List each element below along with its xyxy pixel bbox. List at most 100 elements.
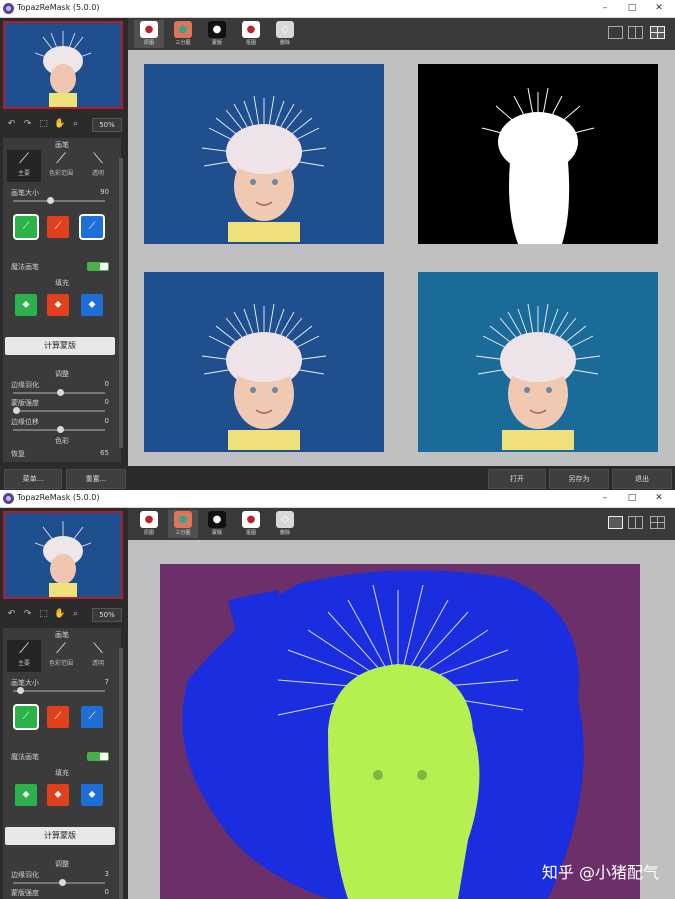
quad-view-images [144,64,658,452]
panel-scrollbar[interactable] [119,648,123,899]
fill-keep-button[interactable]: ⬥ [15,294,37,316]
brush-size-label: 画笔大小 [11,679,39,687]
trimap-image [160,564,640,899]
tab-trimap[interactable]: ● 三分图 [168,20,198,48]
navigator-thumbnail[interactable] [3,511,123,599]
tab-mask[interactable]: ● 蒙版 [202,510,232,538]
minimize-button[interactable]: – [594,491,616,506]
close-button[interactable]: ✕ [648,1,670,16]
brush-modes: ⟋ 主要 ⟋ 色彩范围 ⟍ 透明 [7,640,115,674]
restore-value: 65 [100,449,109,457]
tab-mask[interactable]: ● 蒙版 [202,20,232,48]
slider-knob[interactable] [59,879,66,886]
zoom-icon[interactable]: ⌕ [70,609,81,620]
fill-compute-button[interactable]: ⬥ [81,294,103,316]
cutout-icon: ● [242,511,260,528]
brush-mode-transparent[interactable]: ⟍ 透明 [81,640,115,672]
fill-section-label: 填充 [55,279,69,287]
view-tab-bar: ● 原图 ● 三分图 ● 蒙版 ● 抠图 ◇ 删除 [128,508,675,540]
keep-brush-button[interactable]: ⟋ [15,706,37,728]
brush-size-slider[interactable] [13,197,105,204]
marquee-icon[interactable]: ⬚ [38,119,49,130]
redo-icon[interactable]: ↷ [22,609,33,620]
tab-trimap[interactable]: ● 三分图 [168,510,198,538]
adjust-section-label: 调整 [55,370,69,378]
tab-cutout[interactable]: ● 抠图 [236,20,266,48]
mask-strength-value: 0 [104,888,109,896]
hand-icon[interactable]: ✋ [54,119,65,130]
edge-feather-slider[interactable] [13,389,105,396]
tab-original[interactable]: ● 原图 [134,510,164,538]
undo-icon[interactable]: ↶ [6,119,17,130]
tool-row: ↶ ↷ ⬚ ✋ ⌕ 50% [0,117,128,133]
zoom-select[interactable]: 50% [92,608,122,622]
tab-cutout[interactable]: ● 抠图 [236,510,266,538]
navigator-thumbnail[interactable] [3,21,123,109]
tab-delete[interactable]: ◇ 删除 [270,510,300,538]
brush-size-slider[interactable] [13,687,105,694]
fill-drop-button[interactable]: ⬥ [47,784,69,806]
panel-scrollbar[interactable] [119,158,123,448]
save-as-button[interactable]: 另存为 [549,469,609,489]
edge-feather-label: 边缘羽化 [11,871,39,879]
quad-view-icon[interactable] [650,26,665,39]
left-control-panel: ↶ ↷ ⬚ ✋ ⌕ 50% 画笔 ⟋ 主要 ⟋ 色彩范围 ⟍ 透明 [0,18,128,490]
undo-icon[interactable]: ↶ [6,609,17,620]
reset-button[interactable]: 重置... [66,469,126,489]
mask-strength-label: 蒙版强度 [11,889,39,897]
close-button[interactable]: ✕ [648,491,670,506]
mask-strength-slider[interactable] [13,407,105,414]
exit-button[interactable]: 退出 [612,469,672,489]
fill-section-label: 填充 [55,769,69,777]
slider-knob[interactable] [17,687,24,694]
brush-section-label: 画笔 [55,631,69,639]
window-title: TopazReMask (5.0.0) [17,3,100,12]
fill-keep-button[interactable]: ⬥ [15,784,37,806]
brush-mode-color-range[interactable]: ⟋ 色彩范围 [44,640,78,672]
edge-feather-slider[interactable] [13,879,105,886]
open-button[interactable]: 打开 [488,469,546,489]
edge-shift-slider[interactable] [13,426,105,433]
split-view-icon[interactable] [628,26,643,39]
magic-brush-toggle[interactable] [87,752,109,761]
slider-knob[interactable] [47,197,54,204]
redo-icon[interactable]: ↷ [22,119,33,130]
slider-knob[interactable] [13,407,20,414]
marquee-icon[interactable]: ⬚ [38,609,49,620]
remask-window-trimap: TopazReMask (5.0.0) – □ ✕ ↶ ↷ ⬚ ✋ ⌕ 50% [0,490,675,899]
single-view-icon[interactable] [608,516,623,529]
tab-delete[interactable]: ◇ 删除 [270,20,300,48]
zoom-icon[interactable]: ⌕ [70,119,81,130]
slider-knob[interactable] [57,389,64,396]
maximize-button[interactable]: □ [621,1,643,16]
compute-mask-button[interactable]: 计算蒙版 [5,337,115,355]
compute-brush-button[interactable]: ⟋ [81,706,103,728]
menu-button[interactable]: 菜单... [4,469,62,489]
minimize-button[interactable]: – [594,1,616,16]
slider-knob[interactable] [57,426,64,433]
split-view-icon[interactable] [628,516,643,529]
tab-original[interactable]: ● 原图 [134,20,164,48]
magic-brush-toggle[interactable] [87,262,109,271]
fill-drop-button[interactable]: ⬥ [47,294,69,316]
settings-panel: 画笔 ⟋ 主要 ⟋ 色彩范围 ⟍ 透明 画笔大小 90 ⟋ ⟋ ⟋ 魔法画笔 填… [3,138,123,462]
compute-mask-button[interactable]: 计算蒙版 [5,827,115,845]
drop-brush-button[interactable]: ⟋ [47,216,69,238]
keep-brush-button[interactable]: ⟋ [15,216,37,238]
zoom-select[interactable]: 50% [92,118,122,132]
quad-view-icon[interactable] [650,516,665,529]
edge-feather-label: 边缘羽化 [11,381,39,389]
drop-brush-button[interactable]: ⟋ [47,706,69,728]
fill-compute-button[interactable]: ⬥ [81,784,103,806]
maximize-button[interactable]: □ [621,491,643,506]
thumbnail-image [5,513,121,597]
brush-mode-color-range[interactable]: ⟋ 色彩范围 [44,150,78,182]
compute-brush-button[interactable]: ⟋ [81,216,103,238]
brush-mode-transparent[interactable]: ⟍ 透明 [81,150,115,182]
single-view-icon[interactable] [608,26,623,39]
brush-mode-main[interactable]: ⟋ 主要 [7,640,41,672]
brush-mode-main[interactable]: ⟋ 主要 [7,150,41,182]
watermark: 知乎 @小猪配气 [541,863,659,882]
thumbnail-image [5,23,121,107]
hand-icon[interactable]: ✋ [54,609,65,620]
